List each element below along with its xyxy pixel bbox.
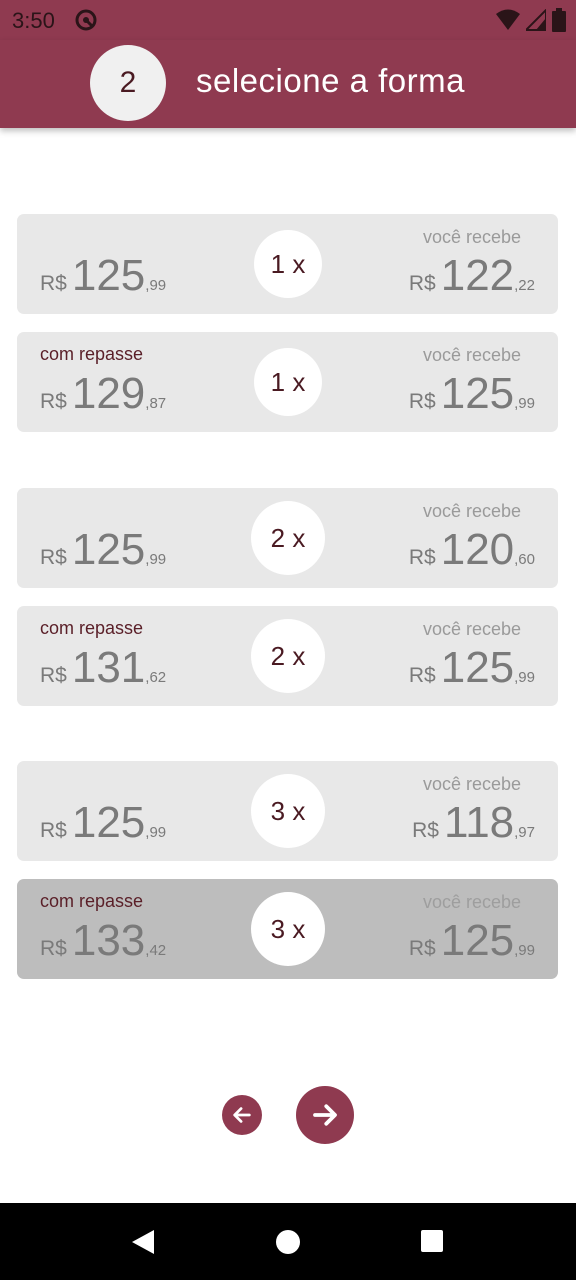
installments-badge: 1 x [254, 230, 322, 298]
receive-amount: R$ 122 ,22 [409, 250, 535, 302]
receive-label: você recebe [422, 227, 521, 247]
installments-badge: 1 x [254, 348, 322, 416]
price-integer: 125 [71, 251, 146, 300]
receive-cents: ,99 [514, 669, 535, 686]
price-cents: ,42 [145, 942, 167, 959]
currency-symbol: R$ [408, 546, 436, 569]
receive-label: você recebe [422, 501, 521, 521]
status-icons [496, 8, 566, 32]
repasse-label: com repasse [40, 344, 144, 364]
currency-symbol: R$ [408, 664, 436, 687]
receive-amount: R$ 125 ,99 [409, 915, 535, 967]
total-price: R$ 129 ,87 [40, 368, 166, 420]
arrow-left-icon [233, 1107, 251, 1123]
price-integer: 133 [71, 916, 146, 965]
currency-symbol: R$ [408, 937, 436, 960]
receive-integer: 125 [440, 643, 515, 692]
battery-icon [552, 8, 566, 32]
payment-option-card[interactable]: com repasse R$ 131 ,62 2 x você recebe R… [17, 606, 558, 706]
receive-cents: ,99 [514, 395, 535, 412]
arrow-right-icon [313, 1104, 337, 1126]
currency-symbol: R$ [412, 819, 439, 842]
receive-amount: R$ 125 ,99 [409, 642, 535, 694]
total-price: R$ 125 ,99 [40, 797, 166, 849]
receive-amount: R$ 120 ,60 [409, 524, 535, 576]
price-cents: ,99 [145, 551, 167, 568]
payment-option-card[interactable]: R$ 125 ,99 3 x você recebe R$ 118 ,97 [17, 761, 558, 861]
installments-badge: 3 x [251, 774, 325, 848]
receive-integer: 125 [440, 369, 515, 418]
wifi-icon [496, 9, 520, 30]
payment-option-card[interactable]: R$ 125 ,99 2 x você recebe R$ 120 ,60 [17, 488, 558, 588]
price-cents: ,99 [145, 824, 167, 841]
total-price: R$ 131 ,62 [40, 642, 166, 694]
receive-label: você recebe [422, 892, 521, 912]
installments-badge: 3 x [251, 892, 325, 966]
receive-label: você recebe [422, 619, 521, 639]
total-price: R$ 133 ,42 [40, 915, 166, 967]
repasse-label: com repasse [40, 891, 144, 911]
receive-integer: 125 [440, 916, 515, 965]
payment-option-card[interactable]: R$ 125 ,99 1 x você recebe R$ 122 ,22 [17, 214, 558, 314]
installments-badge: 2 x [251, 501, 325, 575]
price-integer: 125 [71, 798, 146, 847]
price-cents: ,99 [145, 277, 167, 294]
page-title: selecione a forma [196, 62, 465, 99]
next-button[interactable] [296, 1086, 354, 1144]
currency-symbol: R$ [40, 390, 67, 413]
back-button[interactable] [222, 1095, 262, 1135]
currency-symbol: R$ [40, 546, 67, 569]
receive-cents: ,22 [514, 277, 535, 294]
app-header: 2 selecione a forma [0, 40, 576, 128]
installments-badge: 2 x [251, 619, 325, 693]
back-triangle-icon[interactable] [130, 1229, 156, 1255]
repasse-label: com repasse [40, 618, 144, 638]
currency-symbol: R$ [40, 664, 67, 687]
home-circle-icon[interactable] [275, 1229, 301, 1255]
receive-cents: ,97 [514, 824, 535, 841]
currency-symbol: R$ [408, 272, 436, 295]
price-integer: 125 [71, 525, 146, 574]
price-integer: 131 [71, 643, 146, 692]
currency-symbol: R$ [408, 390, 436, 413]
do-not-disturb-icon [75, 9, 97, 31]
currency-symbol: R$ [40, 272, 67, 295]
receive-integer: 122 [440, 251, 515, 300]
system-navigation-bar [0, 1203, 576, 1280]
currency-symbol: R$ [40, 937, 67, 960]
step-indicator: 2 [90, 45, 166, 121]
total-price: R$ 125 ,99 [40, 524, 166, 576]
recents-square-icon[interactable] [420, 1229, 444, 1253]
payment-option-card[interactable]: com repasse R$ 129 ,87 1 x você recebe R… [17, 332, 558, 432]
receive-integer: 118 [443, 798, 515, 847]
signal-icon [526, 9, 546, 31]
receive-amount: R$ 125 ,99 [409, 368, 535, 420]
receive-label: você recebe [422, 345, 521, 365]
receive-integer: 120 [440, 525, 515, 574]
status-time: 3:50 [12, 8, 55, 33]
price-cents: ,62 [145, 669, 167, 686]
status-bar: 3:50 [0, 0, 576, 40]
price-integer: 129 [71, 369, 146, 418]
price-cents: ,87 [145, 395, 167, 412]
receive-label: você recebe [422, 774, 521, 794]
currency-symbol: R$ [40, 819, 67, 842]
total-price: R$ 125 ,99 [40, 250, 166, 302]
payment-option-card[interactable]: com repasse R$ 133 ,42 3 x você recebe R… [17, 879, 558, 979]
receive-cents: ,99 [514, 942, 535, 959]
receive-cents: ,60 [514, 551, 535, 568]
receive-amount: R$ 118 ,97 [412, 797, 535, 849]
